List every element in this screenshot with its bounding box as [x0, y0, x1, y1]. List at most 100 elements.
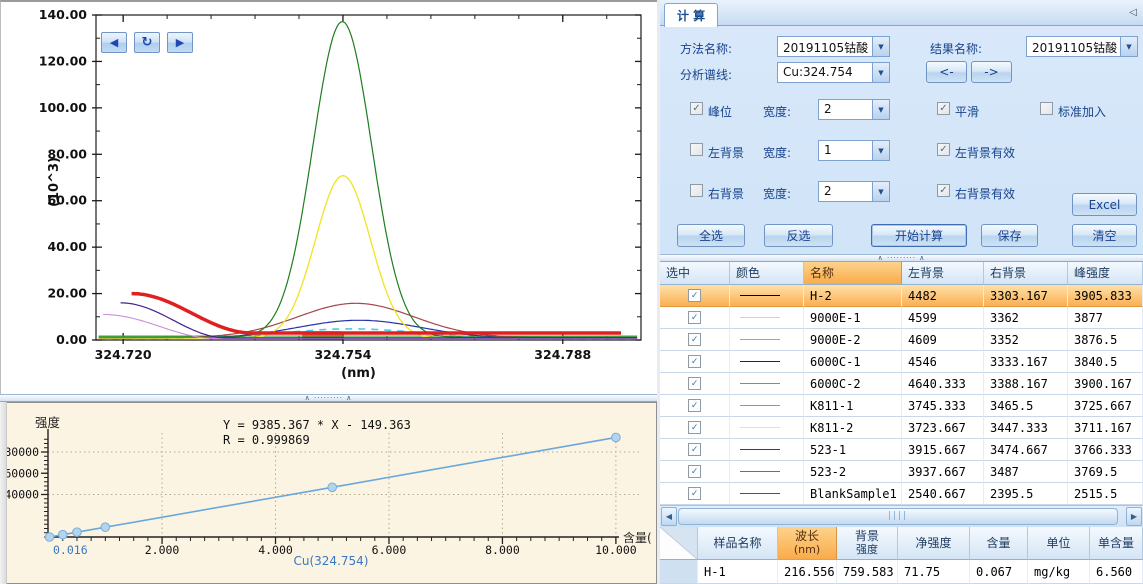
- results-table-body: ✓H-244823303.1673905.833✓9000E-145993362…: [660, 285, 1143, 505]
- row-name-cell: 6000C-1: [804, 351, 902, 373]
- results-col-header-2[interactable]: 名称: [804, 262, 902, 285]
- collapse-icon[interactable]: ◁: [1129, 7, 1137, 18]
- sample-col-header-0[interactable]: 样品名称: [698, 527, 778, 560]
- row-peak-cell: 3900.167: [1068, 373, 1143, 395]
- smooth-checkbox[interactable]: ✓: [937, 102, 950, 115]
- table-row[interactable]: H-1216.556759.58371.750.067mg/kg6.560: [660, 560, 1143, 584]
- standard-addition-checkbox[interactable]: [1040, 102, 1053, 115]
- series-color-line: [740, 493, 780, 494]
- svg-text:Y = 9385.367 * X - 149.363: Y = 9385.367 * X - 149.363: [223, 418, 411, 432]
- clear-label: 清空: [1092, 227, 1116, 244]
- clear-button[interactable]: 清空: [1072, 224, 1137, 247]
- table-row[interactable]: ✓K811-13745.3333465.53725.667: [660, 395, 1143, 417]
- right-bg-valid-checkbox[interactable]: ✓: [937, 184, 950, 197]
- results-col-header-3[interactable]: 左背景: [902, 262, 984, 285]
- chart-splitter[interactable]: ∧ ········· ∧: [0, 394, 657, 402]
- sample-col-header-5[interactable]: 单位: [1028, 527, 1090, 560]
- row-rightbg-cell: 3303.167: [984, 285, 1068, 307]
- row-checkbox[interactable]: ✓: [688, 487, 701, 500]
- save-button[interactable]: 保存: [981, 224, 1038, 247]
- result-name-select[interactable]: 20191105钴酸 ▼: [1026, 36, 1138, 57]
- right-bg-valid-label: 右背景有效: [955, 185, 1015, 202]
- row-checkbox[interactable]: ✓: [688, 399, 701, 412]
- method-name-select[interactable]: 20191105钴酸 ▼: [777, 36, 890, 57]
- dropdown-arrow-icon[interactable]: ▼: [1120, 37, 1137, 56]
- table-row[interactable]: ✓9000E-1459933623877: [660, 307, 1143, 329]
- table-row[interactable]: ✓523-13915.6673474.6673766.333: [660, 439, 1143, 461]
- row-checkbox[interactable]: ✓: [688, 333, 701, 346]
- row-checkbox[interactable]: ✓: [688, 465, 701, 478]
- right-bg-width-select[interactable]: 2 ▼: [818, 181, 890, 202]
- excel-button[interactable]: Excel: [1072, 193, 1137, 216]
- svg-text:40.00: 40.00: [47, 239, 87, 254]
- analysis-line-select[interactable]: Cu:324.754 ▼: [777, 62, 890, 83]
- scrollbar-thumb[interactable]: ||||: [678, 508, 1118, 525]
- tab-calculate[interactable]: 计 算: [664, 3, 718, 27]
- next-result-button[interactable]: ->: [971, 61, 1012, 83]
- sample-cell: 71.75: [898, 560, 970, 584]
- table-splitter[interactable]: ∧ ········· ∧: [660, 254, 1143, 262]
- table-row[interactable]: ✓H-244823303.1673905.833: [660, 285, 1143, 307]
- dropdown-arrow-icon[interactable]: ▼: [872, 100, 889, 119]
- results-col-header-1[interactable]: 颜色: [730, 262, 804, 285]
- sample-col-header-3[interactable]: 净强度: [898, 527, 970, 560]
- table-row[interactable]: ✓9000E-2460933523876.5: [660, 329, 1143, 351]
- scroll-right-button[interactable]: ▶: [1126, 507, 1142, 526]
- results-hscrollbar[interactable]: ◀ |||| ▶: [660, 505, 1143, 527]
- sample-cell: mg/kg: [1028, 560, 1090, 584]
- sample-col-header-6[interactable]: 单含量: [1090, 527, 1143, 560]
- peak-width-select[interactable]: 2 ▼: [818, 99, 890, 120]
- svg-text:4.000: 4.000: [258, 543, 293, 557]
- tab-strip: 计 算 ◁: [660, 0, 1143, 26]
- left-bg-checkbox[interactable]: [690, 143, 703, 156]
- chart-refresh-button[interactable]: ↻: [134, 32, 160, 53]
- svg-text:(10^3): (10^3): [47, 157, 62, 207]
- results-col-header-4[interactable]: 右背景: [984, 262, 1068, 285]
- table-row[interactable]: ✓523-23937.66734873769.5: [660, 461, 1143, 483]
- table-row[interactable]: ✓6000C-145463333.1673840.5: [660, 351, 1143, 373]
- svg-text:324.720: 324.720: [95, 347, 152, 362]
- scroll-left-button[interactable]: ◀: [661, 507, 677, 526]
- row-checkbox[interactable]: ✓: [688, 377, 701, 390]
- dropdown-arrow-icon[interactable]: ▼: [872, 63, 889, 82]
- peak-position-checkbox[interactable]: ✓: [690, 102, 703, 115]
- svg-text:10.000: 10.000: [595, 543, 637, 557]
- invert-selection-button[interactable]: 反选: [764, 224, 833, 247]
- select-all-button[interactable]: 全选: [677, 224, 745, 247]
- dropdown-arrow-icon[interactable]: ▼: [872, 37, 889, 56]
- row-checkbox[interactable]: ✓: [688, 355, 701, 368]
- table-row[interactable]: ✓K811-23723.6673447.3333711.167: [660, 417, 1143, 439]
- right-bg-label: 右背景: [708, 185, 744, 202]
- sample-col-header-1[interactable]: 波长(nm): [778, 527, 837, 560]
- row-select-cell: ✓: [660, 307, 730, 329]
- chart-next-button[interactable]: ▶: [167, 32, 193, 53]
- svg-text:20.00: 20.00: [47, 286, 87, 301]
- row-checkbox[interactable]: ✓: [688, 311, 701, 324]
- row-rightbg-cell: 3352: [984, 329, 1068, 351]
- left-bg-width-select[interactable]: 1 ▼: [818, 140, 890, 161]
- row-color-cell: [730, 329, 804, 351]
- table-row[interactable]: ✓BlankSample12540.6672395.52515.5: [660, 483, 1143, 505]
- sample-col-header-4[interactable]: 含量: [970, 527, 1028, 560]
- row-select-cell: ✓: [660, 483, 730, 505]
- sample-col-header-2[interactable]: 背景强度: [837, 527, 898, 560]
- row-name-cell: H-2: [804, 285, 902, 307]
- corner-cell: [660, 527, 698, 560]
- dropdown-arrow-icon[interactable]: ▼: [872, 141, 889, 160]
- prev-result-button[interactable]: <-: [926, 61, 967, 83]
- results-col-header-5[interactable]: 峰强度: [1068, 262, 1143, 285]
- chart-prev-button[interactable]: ◀: [101, 32, 127, 53]
- svg-text:324.788: 324.788: [534, 347, 591, 362]
- row-checkbox[interactable]: ✓: [688, 443, 701, 456]
- left-bg-valid-checkbox[interactable]: ✓: [937, 143, 950, 156]
- dropdown-arrow-icon[interactable]: ▼: [872, 182, 889, 201]
- sample-cell: 216.556: [778, 560, 837, 584]
- table-row[interactable]: ✓6000C-24640.3333388.1673900.167: [660, 373, 1143, 395]
- row-checkbox[interactable]: ✓: [688, 289, 701, 302]
- results-col-header-0[interactable]: 选中: [660, 262, 730, 285]
- right-bg-checkbox[interactable]: [690, 184, 703, 197]
- prev-result-label: <-: [939, 65, 953, 79]
- start-calculate-button[interactable]: 开始计算: [871, 224, 967, 247]
- row-checkbox[interactable]: ✓: [688, 421, 701, 434]
- tab-label: 计 算: [677, 7, 705, 24]
